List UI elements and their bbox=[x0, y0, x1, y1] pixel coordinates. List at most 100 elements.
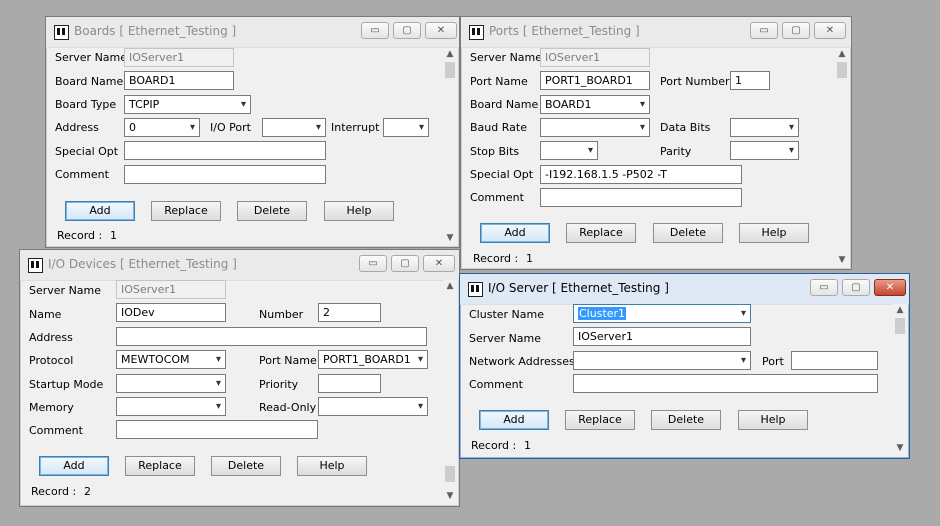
replace-button[interactable]: Replace bbox=[151, 201, 221, 221]
read-only-label: Read-Only bbox=[259, 401, 317, 414]
baud-rate-select[interactable]: ▾ bbox=[540, 118, 650, 137]
cluster-name-select[interactable]: Cluster1 ▾ bbox=[573, 304, 751, 323]
delete-button[interactable]: Delete bbox=[651, 410, 721, 430]
minimize-button[interactable]: ▭ bbox=[750, 22, 778, 39]
minimize-button[interactable]: ▭ bbox=[359, 255, 387, 272]
scroll-up-icon[interactable]: ▲ bbox=[443, 48, 457, 60]
network-addresses-label: Network Addresses bbox=[469, 355, 575, 368]
delete-button[interactable]: Delete bbox=[237, 201, 307, 221]
vertical-scrollbar[interactable]: ▲ ▼ bbox=[835, 48, 849, 266]
close-button[interactable]: ✕ bbox=[423, 255, 455, 272]
delete-button[interactable]: Delete bbox=[211, 456, 281, 476]
address-field[interactable] bbox=[116, 327, 427, 346]
minimize-button[interactable]: ▭ bbox=[810, 279, 838, 296]
memory-label: Memory bbox=[29, 401, 74, 414]
priority-label: Priority bbox=[259, 378, 299, 391]
io-devices-titlebar[interactable]: I/O Devices [ Ethernet_Testing ] ▭ ▢ ✕ bbox=[20, 250, 459, 281]
scroll-thumb[interactable] bbox=[837, 62, 847, 78]
ports-titlebar[interactable]: Ports [ Ethernet_Testing ] ▭ ▢ ✕ bbox=[461, 17, 851, 48]
data-bits-select[interactable]: ▾ bbox=[730, 118, 799, 137]
protocol-select[interactable]: MEWTOCOM ▾ bbox=[116, 350, 226, 369]
maximize-button[interactable]: ▢ bbox=[782, 22, 810, 39]
scroll-thumb[interactable] bbox=[445, 466, 455, 482]
io-port-label: I/O Port bbox=[210, 121, 251, 134]
boards-titlebar[interactable]: Boards [ Ethernet_Testing ] ▭ ▢ ✕ bbox=[46, 17, 459, 48]
add-button[interactable]: Add bbox=[479, 410, 549, 430]
network-addresses-select[interactable]: ▾ bbox=[573, 351, 751, 370]
close-button[interactable]: ✕ bbox=[425, 22, 457, 39]
help-button[interactable]: Help bbox=[739, 223, 809, 243]
address-label: Address bbox=[55, 121, 99, 134]
replace-button[interactable]: Replace bbox=[565, 410, 635, 430]
parity-label: Parity bbox=[660, 145, 692, 158]
interrupt-select[interactable]: ▾ bbox=[383, 118, 429, 137]
io-port-select[interactable]: ▾ bbox=[262, 118, 326, 137]
help-button[interactable]: Help bbox=[324, 201, 394, 221]
memory-select[interactable]: ▾ bbox=[116, 397, 226, 416]
name-field[interactable]: IODev bbox=[116, 303, 226, 322]
scroll-thumb[interactable] bbox=[445, 62, 455, 78]
scroll-down-icon[interactable]: ▼ bbox=[443, 490, 457, 502]
maximize-button[interactable]: ▢ bbox=[391, 255, 419, 272]
help-button[interactable]: Help bbox=[297, 456, 367, 476]
comment-field[interactable] bbox=[116, 420, 318, 439]
port-name-select[interactable]: PORT1_BOARD1 ▾ bbox=[318, 350, 428, 369]
name-label: Name bbox=[29, 308, 62, 321]
read-only-select[interactable]: ▾ bbox=[318, 397, 428, 416]
chevron-down-icon: ▾ bbox=[417, 354, 423, 365]
replace-button[interactable]: Replace bbox=[566, 223, 636, 243]
port-field[interactable] bbox=[791, 351, 878, 370]
chevron-down-icon: ▾ bbox=[587, 145, 593, 156]
server-name-field[interactable]: IOServer1 bbox=[573, 327, 751, 346]
add-button[interactable]: Add bbox=[480, 223, 550, 243]
board-name-field[interactable]: BOARD1 bbox=[124, 71, 234, 90]
scroll-up-icon[interactable]: ▲ bbox=[835, 48, 849, 60]
close-button[interactable]: ✕ bbox=[874, 279, 906, 296]
add-button[interactable]: Add bbox=[65, 201, 135, 221]
maximize-button[interactable]: ▢ bbox=[842, 279, 870, 296]
board-name-select[interactable]: BOARD1 ▾ bbox=[540, 95, 650, 114]
vertical-scrollbar[interactable]: ▲ ▼ bbox=[893, 304, 907, 454]
io-server-titlebar[interactable]: I/O Server [ Ethernet_Testing ] ▭ ▢ ✕ bbox=[460, 274, 909, 305]
chevron-down-icon: ▾ bbox=[639, 122, 645, 133]
add-button[interactable]: Add bbox=[39, 456, 109, 476]
maximize-button[interactable]: ▢ bbox=[393, 22, 421, 39]
chevron-down-icon: ▾ bbox=[639, 99, 645, 110]
address-select[interactable]: 0 ▾ bbox=[124, 118, 200, 137]
startup-mode-select[interactable]: ▾ bbox=[116, 374, 226, 393]
stop-bits-select[interactable]: ▾ bbox=[540, 141, 598, 160]
special-opt-field[interactable]: -I192.168.1.5 -P502 -T bbox=[540, 165, 742, 184]
chevron-down-icon: ▾ bbox=[240, 99, 246, 110]
scroll-down-icon[interactable]: ▼ bbox=[443, 232, 457, 244]
port-name-field[interactable]: PORT1_BOARD1 bbox=[540, 71, 650, 90]
port-name-label: Port Name bbox=[470, 75, 528, 88]
comment-field[interactable] bbox=[573, 374, 878, 393]
comment-field[interactable] bbox=[124, 165, 326, 184]
vertical-scrollbar[interactable]: ▲ ▼ bbox=[443, 48, 457, 244]
scroll-up-icon[interactable]: ▲ bbox=[443, 280, 457, 292]
close-button[interactable]: ✕ bbox=[814, 22, 846, 39]
parity-select[interactable]: ▾ bbox=[730, 141, 799, 160]
scroll-thumb[interactable] bbox=[895, 318, 905, 334]
chevron-down-icon: ▾ bbox=[788, 122, 794, 133]
number-field[interactable]: 2 bbox=[318, 303, 381, 322]
special-opt-field[interactable] bbox=[124, 141, 326, 160]
server-name-field: IOServer1 bbox=[116, 280, 226, 299]
delete-button[interactable]: Delete bbox=[653, 223, 723, 243]
comment-label: Comment bbox=[469, 378, 523, 391]
help-button[interactable]: Help bbox=[738, 410, 808, 430]
board-type-select[interactable]: TCPIP ▾ bbox=[124, 95, 251, 114]
scroll-up-icon[interactable]: ▲ bbox=[893, 304, 907, 316]
comment-field[interactable] bbox=[540, 188, 742, 207]
priority-field[interactable] bbox=[318, 374, 381, 393]
record-value: 1 bbox=[526, 252, 533, 265]
vertical-scrollbar[interactable]: ▲ ▼ bbox=[443, 280, 457, 502]
minimize-button[interactable]: ▭ bbox=[361, 22, 389, 39]
replace-button[interactable]: Replace bbox=[125, 456, 195, 476]
port-number-field[interactable]: 1 bbox=[730, 71, 770, 90]
board-type-value: TCPIP bbox=[129, 98, 160, 111]
address-value: 0 bbox=[129, 121, 136, 134]
scroll-down-icon[interactable]: ▼ bbox=[835, 254, 849, 266]
scroll-down-icon[interactable]: ▼ bbox=[893, 442, 907, 454]
app-icon bbox=[468, 282, 483, 297]
